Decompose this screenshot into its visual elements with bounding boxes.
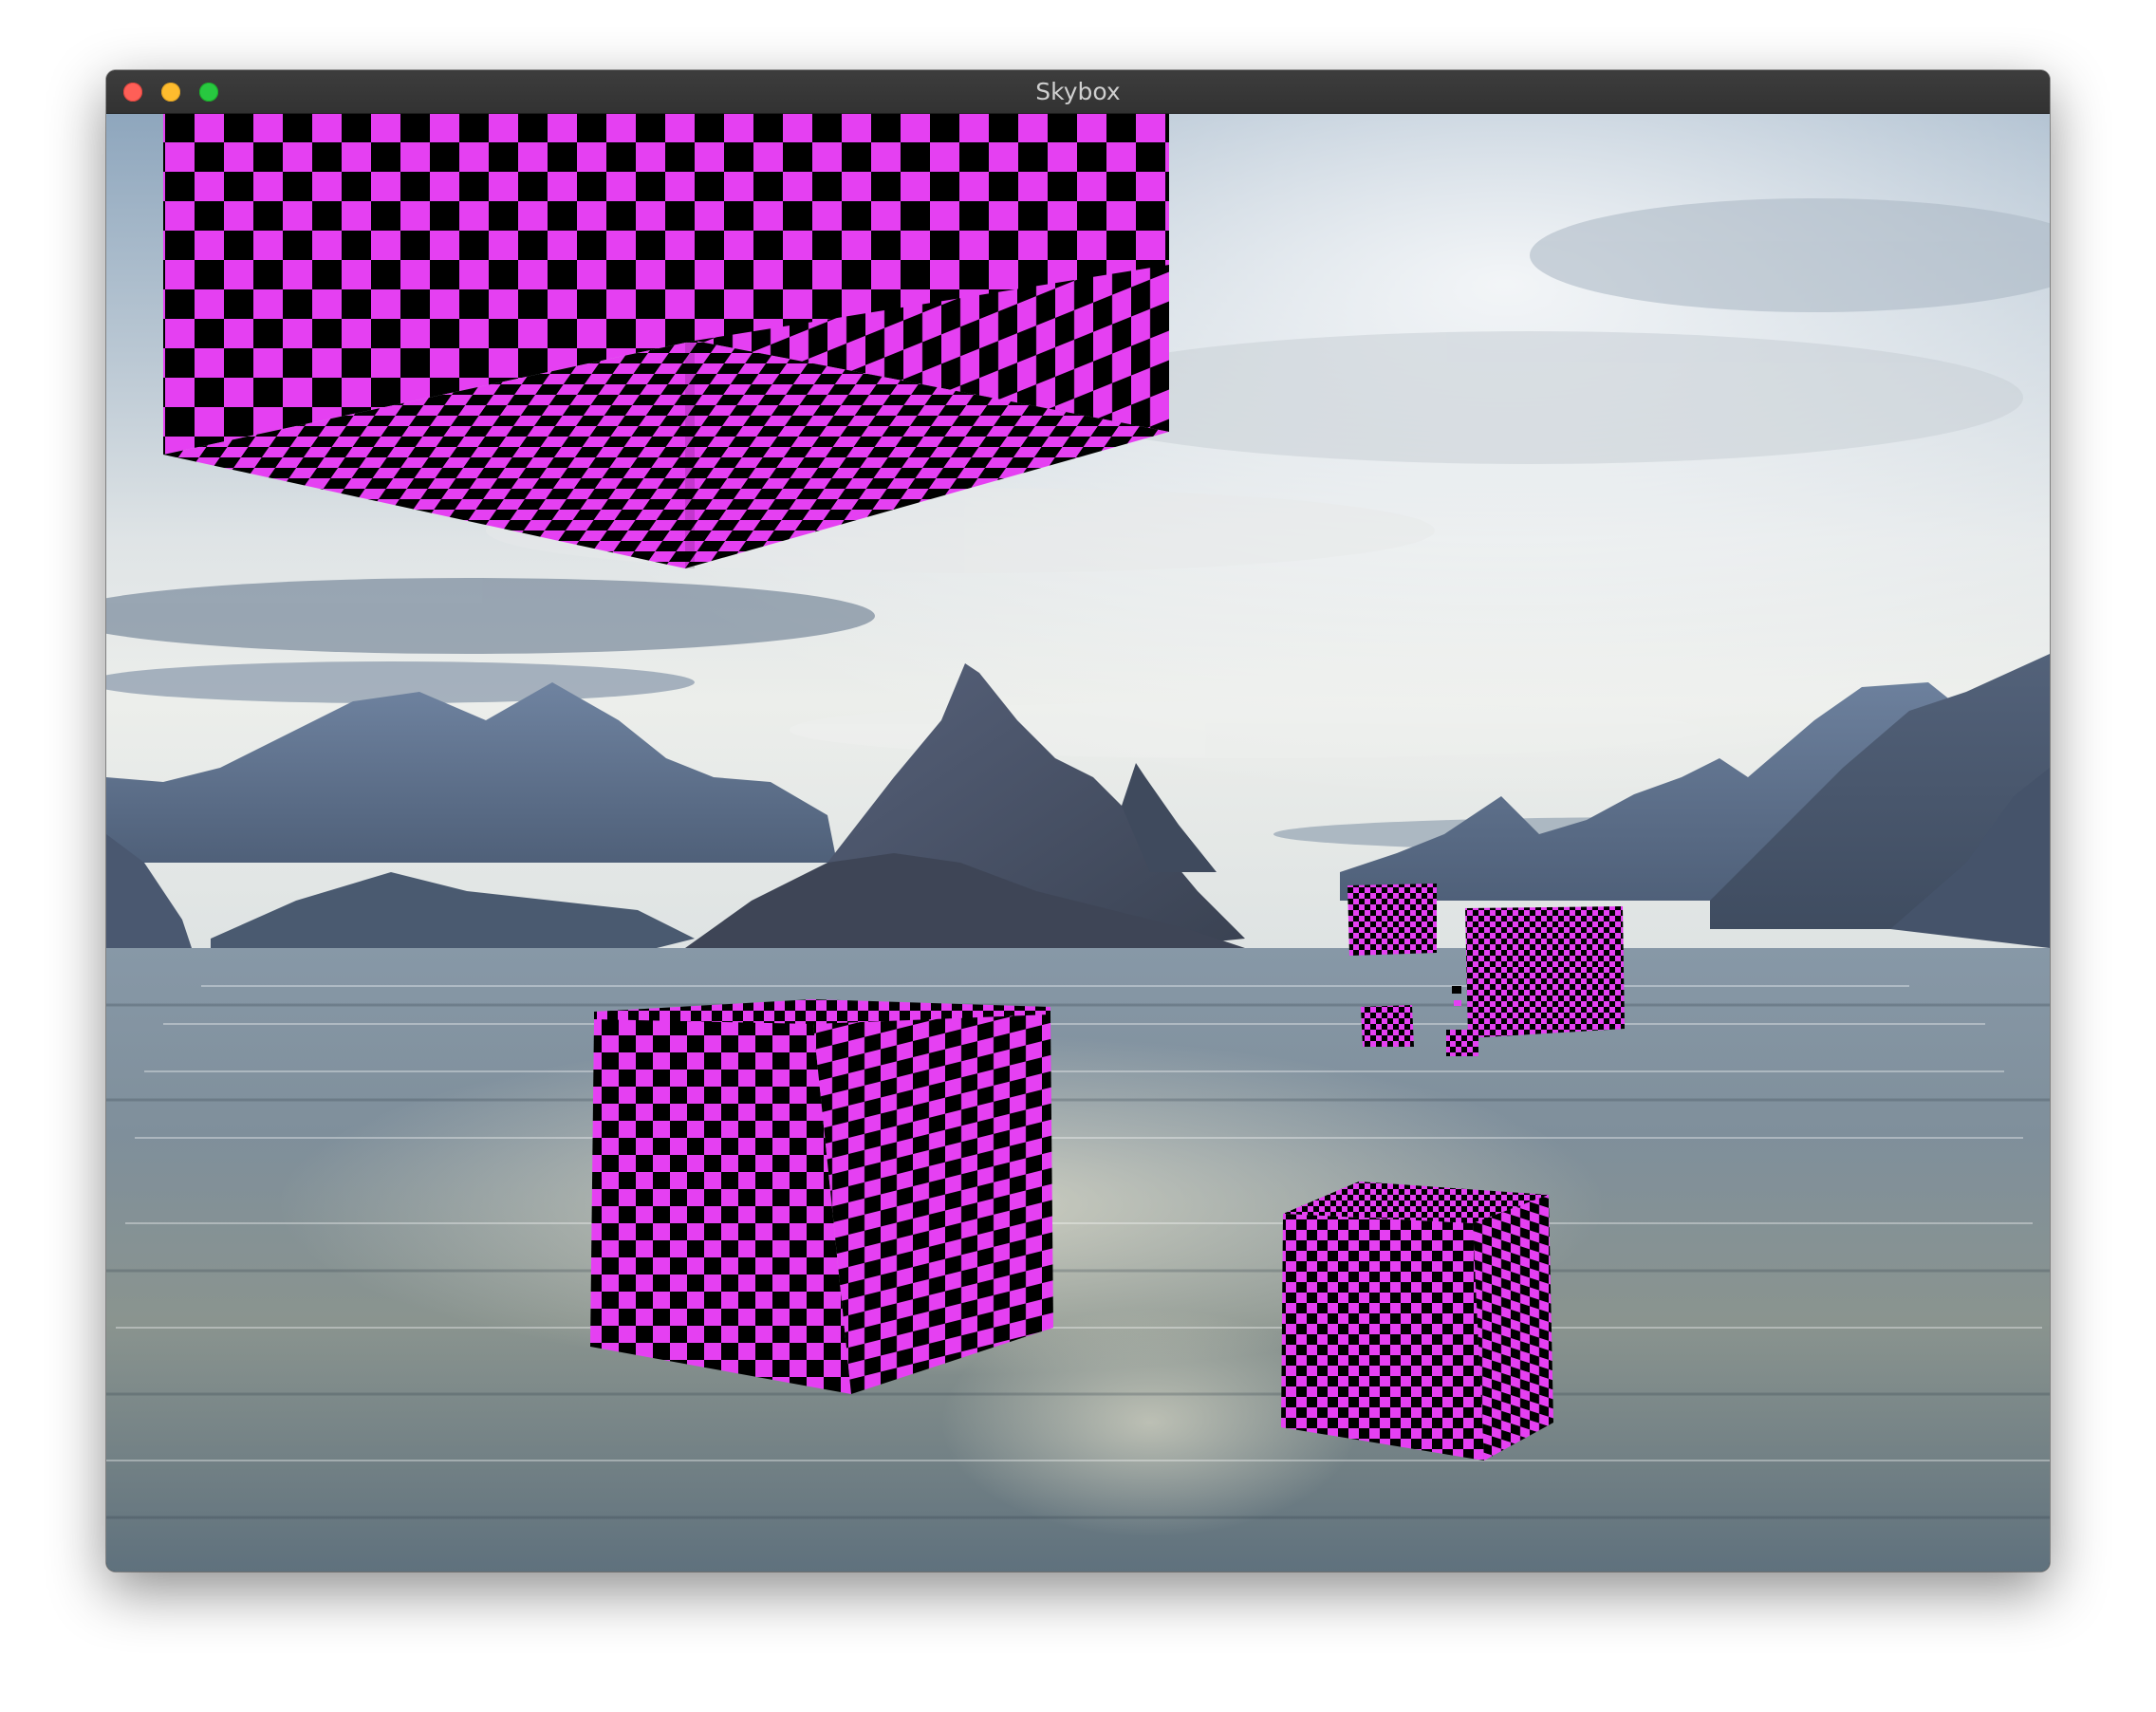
checker-cube-center (590, 999, 1053, 1394)
checker-cube-lower-right (1281, 1182, 1553, 1461)
render-viewport[interactable] (106, 113, 2050, 1572)
window-title: Skybox (1035, 78, 1121, 105)
app-window: Skybox (106, 70, 2050, 1572)
title-bar[interactable]: Skybox (106, 70, 2050, 114)
skybox-scene (106, 113, 2050, 1572)
checker-cube-far-2 (1465, 906, 1625, 1038)
checker-cube-far-1 (1348, 884, 1437, 956)
checker-cube-far-3 (1361, 1005, 1414, 1047)
